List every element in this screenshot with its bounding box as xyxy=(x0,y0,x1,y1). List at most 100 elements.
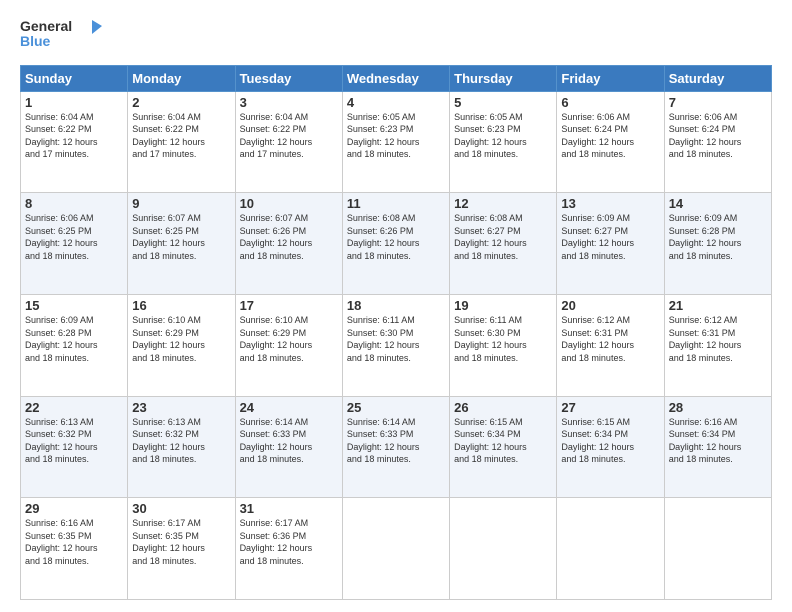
calendar-cell xyxy=(664,498,771,600)
day-info: Sunrise: 6:10 AMSunset: 6:29 PMDaylight:… xyxy=(132,315,205,363)
day-info: Sunrise: 6:15 AMSunset: 6:34 PMDaylight:… xyxy=(454,417,527,465)
day-info: Sunrise: 6:08 AMSunset: 6:27 PMDaylight:… xyxy=(454,213,527,261)
day-number: 7 xyxy=(669,95,767,110)
day-number: 4 xyxy=(347,95,445,110)
day-info: Sunrise: 6:07 AMSunset: 6:25 PMDaylight:… xyxy=(132,213,205,261)
calendar-cell: 15Sunrise: 6:09 AMSunset: 6:28 PMDayligh… xyxy=(21,294,128,396)
calendar-day-header: Friday xyxy=(557,65,664,91)
day-number: 25 xyxy=(347,400,445,415)
calendar-cell: 4 Sunrise: 6:05 AMSunset: 6:23 PMDaylight… xyxy=(342,91,449,193)
day-number: 29 xyxy=(25,501,123,516)
calendar-cell xyxy=(342,498,449,600)
calendar-cell: 2 Sunrise: 6:04 AMSunset: 6:22 PMDaylight… xyxy=(128,91,235,193)
day-info: Sunrise: 6:13 AMSunset: 6:32 PMDaylight:… xyxy=(132,417,205,465)
day-number: 10 xyxy=(240,196,338,211)
calendar-day-header: Thursday xyxy=(450,65,557,91)
calendar-cell: 20Sunrise: 6:12 AMSunset: 6:31 PMDayligh… xyxy=(557,294,664,396)
day-info: Sunrise: 6:14 AMSunset: 6:33 PMDaylight:… xyxy=(240,417,313,465)
day-info: Sunrise: 6:05 AMSunset: 6:23 PMDaylight:… xyxy=(347,112,420,160)
svg-text:General: General xyxy=(20,18,72,34)
calendar-week-row: 15Sunrise: 6:09 AMSunset: 6:28 PMDayligh… xyxy=(21,294,772,396)
calendar-cell: 24 Sunrise: 6:14 AMSunset: 6:33 PMDayligh… xyxy=(235,396,342,498)
day-info: Sunrise: 6:06 AMSunset: 6:25 PMDaylight:… xyxy=(25,213,98,261)
calendar-day-header: Saturday xyxy=(664,65,771,91)
calendar-cell: 22 Sunrise: 6:13 AMSunset: 6:32 PMDayligh… xyxy=(21,396,128,498)
day-number: 28 xyxy=(669,400,767,415)
day-number: 24 xyxy=(240,400,338,415)
day-info: Sunrise: 6:15 AMSunset: 6:34 PMDaylight:… xyxy=(561,417,634,465)
day-info: Sunrise: 6:04 AMSunset: 6:22 PMDaylight:… xyxy=(132,112,205,160)
calendar-cell: 8 Sunrise: 6:06 AMSunset: 6:25 PMDaylight… xyxy=(21,193,128,295)
day-info: Sunrise: 6:04 AMSunset: 6:22 PMDaylight:… xyxy=(240,112,313,160)
calendar-cell: 16 Sunrise: 6:10 AMSunset: 6:29 PMDayligh… xyxy=(128,294,235,396)
day-info: Sunrise: 6:09 AMSunset: 6:28 PMDaylight:… xyxy=(669,213,742,261)
day-info: Sunrise: 6:17 AMSunset: 6:35 PMDaylight:… xyxy=(132,518,205,566)
day-number: 23 xyxy=(132,400,230,415)
day-number: 30 xyxy=(132,501,230,516)
calendar-cell: 3 Sunrise: 6:04 AMSunset: 6:22 PMDaylight… xyxy=(235,91,342,193)
calendar-cell: 1 Sunrise: 6:04 AMSunset: 6:22 PMDaylight… xyxy=(21,91,128,193)
day-number: 19 xyxy=(454,298,552,313)
day-number: 16 xyxy=(132,298,230,313)
calendar-cell: 17Sunrise: 6:10 AMSunset: 6:29 PMDayligh… xyxy=(235,294,342,396)
day-number: 2 xyxy=(132,95,230,110)
calendar-cell: 19 Sunrise: 6:11 AMSunset: 6:30 PMDayligh… xyxy=(450,294,557,396)
calendar-cell: 23 Sunrise: 6:13 AMSunset: 6:32 PMDayligh… xyxy=(128,396,235,498)
day-info: Sunrise: 6:09 AMSunset: 6:27 PMDaylight:… xyxy=(561,213,634,261)
day-info: Sunrise: 6:12 AMSunset: 6:31 PMDaylight:… xyxy=(669,315,742,363)
day-number: 21 xyxy=(669,298,767,313)
calendar-cell: 12 Sunrise: 6:08 AMSunset: 6:27 PMDayligh… xyxy=(450,193,557,295)
day-info: Sunrise: 6:11 AMSunset: 6:30 PMDaylight:… xyxy=(454,315,527,363)
calendar-cell: 25 Sunrise: 6:14 AMSunset: 6:33 PMDayligh… xyxy=(342,396,449,498)
day-info: Sunrise: 6:06 AMSunset: 6:24 PMDaylight:… xyxy=(669,112,742,160)
day-number: 13 xyxy=(561,196,659,211)
calendar-cell: 6 Sunrise: 6:06 AMSunset: 6:24 PMDaylight… xyxy=(557,91,664,193)
day-info: Sunrise: 6:04 AMSunset: 6:22 PMDaylight:… xyxy=(25,112,98,160)
day-number: 31 xyxy=(240,501,338,516)
day-info: Sunrise: 6:09 AMSunset: 6:28 PMDaylight:… xyxy=(25,315,98,363)
day-number: 26 xyxy=(454,400,552,415)
day-number: 5 xyxy=(454,95,552,110)
calendar-day-header: Monday xyxy=(128,65,235,91)
calendar-week-row: 1 Sunrise: 6:04 AMSunset: 6:22 PMDaylight… xyxy=(21,91,772,193)
day-info: Sunrise: 6:17 AMSunset: 6:36 PMDaylight:… xyxy=(240,518,313,566)
calendar-week-row: 29 Sunrise: 6:16 AMSunset: 6:35 PMDayligh… xyxy=(21,498,772,600)
day-number: 8 xyxy=(25,196,123,211)
calendar-day-header: Wednesday xyxy=(342,65,449,91)
logo-arrow-icon xyxy=(92,20,102,34)
calendar-week-row: 8 Sunrise: 6:06 AMSunset: 6:25 PMDaylight… xyxy=(21,193,772,295)
calendar-cell: 5 Sunrise: 6:05 AMSunset: 6:23 PMDaylight… xyxy=(450,91,557,193)
calendar-table: SundayMondayTuesdayWednesdayThursdayFrid… xyxy=(20,65,772,600)
day-number: 20 xyxy=(561,298,659,313)
page: General Blue SundayMondayTuesdayWednesda… xyxy=(0,0,792,612)
day-info: Sunrise: 6:07 AMSunset: 6:26 PMDaylight:… xyxy=(240,213,313,261)
day-info: Sunrise: 6:08 AMSunset: 6:26 PMDaylight:… xyxy=(347,213,420,261)
day-number: 14 xyxy=(669,196,767,211)
calendar-cell: 31 Sunrise: 6:17 AMSunset: 6:36 PMDayligh… xyxy=(235,498,342,600)
day-info: Sunrise: 6:16 AMSunset: 6:34 PMDaylight:… xyxy=(669,417,742,465)
day-info: Sunrise: 6:06 AMSunset: 6:24 PMDaylight:… xyxy=(561,112,634,160)
day-info: Sunrise: 6:13 AMSunset: 6:32 PMDaylight:… xyxy=(25,417,98,465)
calendar-cell: 14 Sunrise: 6:09 AMSunset: 6:28 PMDayligh… xyxy=(664,193,771,295)
calendar-cell: 30 Sunrise: 6:17 AMSunset: 6:35 PMDayligh… xyxy=(128,498,235,600)
day-number: 27 xyxy=(561,400,659,415)
day-info: Sunrise: 6:16 AMSunset: 6:35 PMDaylight:… xyxy=(25,518,98,566)
calendar-cell: 28 Sunrise: 6:16 AMSunset: 6:34 PMDayligh… xyxy=(664,396,771,498)
logo-text: General Blue xyxy=(20,16,110,57)
calendar-cell: 10 Sunrise: 6:07 AMSunset: 6:26 PMDayligh… xyxy=(235,193,342,295)
day-info: Sunrise: 6:14 AMSunset: 6:33 PMDaylight:… xyxy=(347,417,420,465)
day-number: 3 xyxy=(240,95,338,110)
day-number: 18 xyxy=(347,298,445,313)
day-number: 6 xyxy=(561,95,659,110)
calendar-cell: 7 Sunrise: 6:06 AMSunset: 6:24 PMDaylight… xyxy=(664,91,771,193)
day-number: 22 xyxy=(25,400,123,415)
calendar-week-row: 22 Sunrise: 6:13 AMSunset: 6:32 PMDayligh… xyxy=(21,396,772,498)
header: General Blue xyxy=(20,16,772,57)
calendar-cell: 18Sunrise: 6:11 AMSunset: 6:30 PMDayligh… xyxy=(342,294,449,396)
day-number: 12 xyxy=(454,196,552,211)
svg-text:Blue: Blue xyxy=(20,33,51,49)
day-number: 1 xyxy=(25,95,123,110)
calendar-cell: 13 Sunrise: 6:09 AMSunset: 6:27 PMDayligh… xyxy=(557,193,664,295)
day-info: Sunrise: 6:05 AMSunset: 6:23 PMDaylight:… xyxy=(454,112,527,160)
calendar-day-header: Tuesday xyxy=(235,65,342,91)
